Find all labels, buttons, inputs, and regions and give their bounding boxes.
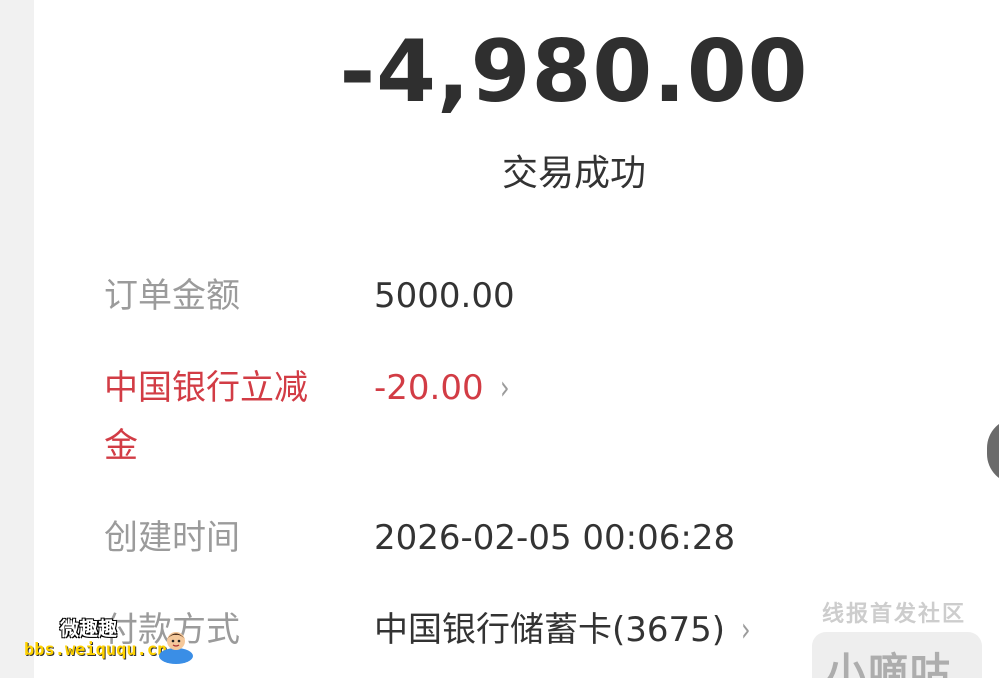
watermark-forum-tagline: 线报首发社区 <box>822 602 967 627</box>
transaction-status: 交易成功 <box>501 153 646 194</box>
order-amount-value: 5000.00 <box>374 276 515 316</box>
watermark-site-url: bbs.weiququ.cn <box>24 640 168 660</box>
transaction-amount: -4,980.00 <box>339 22 809 122</box>
created-time-value: 2026-02-05 00:06:28 <box>374 518 736 558</box>
mascot-icon <box>159 632 193 664</box>
boc-discount-label-line1: 中国银行立减 <box>104 368 308 408</box>
transaction-detail-screen: -4,980.00 交易成功 订单金额 5000.00 中国银行立减 金 -20… <box>0 0 999 678</box>
payment-method-value: 中国银行储蓄卡(3675) <box>374 610 726 650</box>
created-time-label: 创建时间 <box>104 518 240 558</box>
chevron-right-icon: › <box>499 368 510 408</box>
payment-method-row[interactable]: 中国银行储蓄卡(3675) › <box>374 602 753 658</box>
boc-discount-label-line2: 金 <box>104 426 138 466</box>
boc-discount-row[interactable]: -20.00 › <box>374 360 511 416</box>
chevron-right-icon: › <box>741 610 751 650</box>
watermark-site-name: 微趣趣 <box>60 618 118 640</box>
order-amount-label: 订单金额 <box>104 276 240 316</box>
boc-discount-value: -20.00 <box>374 368 484 408</box>
detail-card: -4,980.00 交易成功 订单金额 5000.00 中国银行立减 金 -20… <box>34 0 999 678</box>
watermark-forum-name: 小嘀咕 <box>826 650 952 678</box>
